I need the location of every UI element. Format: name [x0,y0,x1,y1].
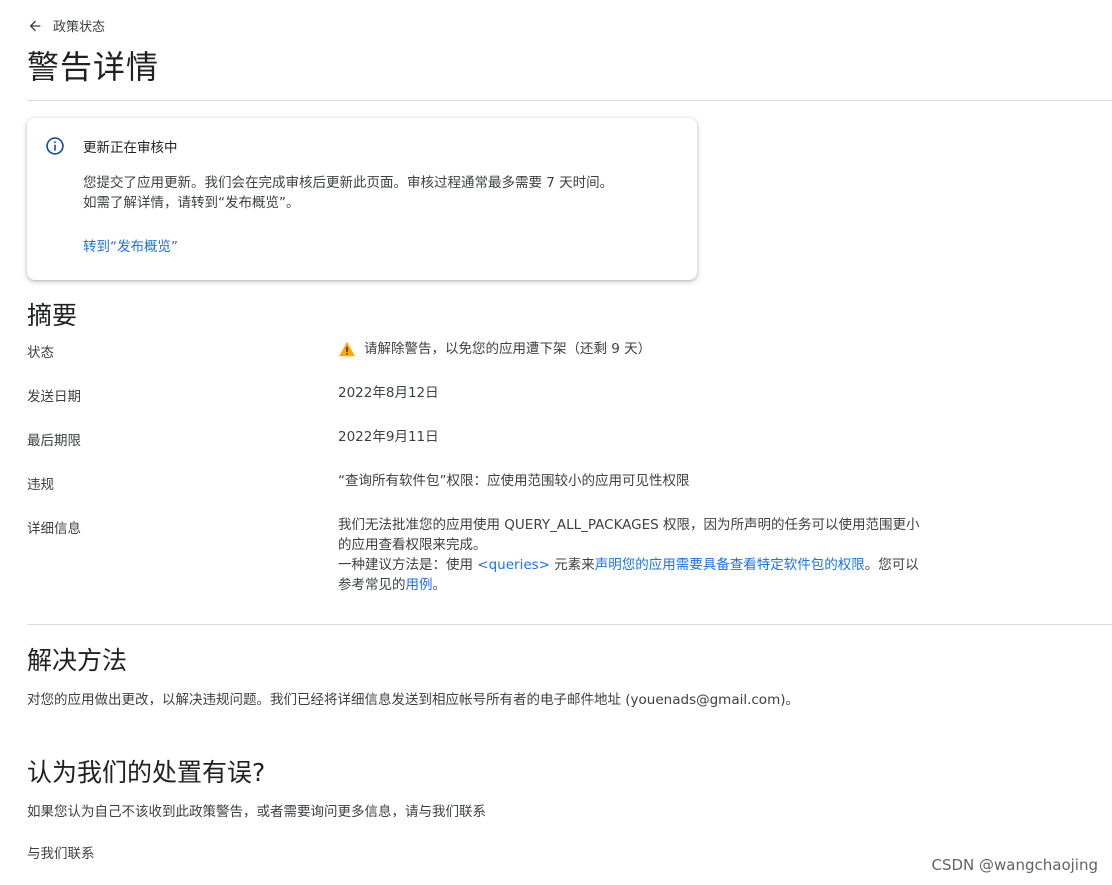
detail-paragraph: 一种建议方法是：使用 <queries> 元素来声明您的应用需要具备查看特定软件… [338,555,923,595]
detail-text: 。 [432,577,447,593]
violation-label: 违规 [27,477,54,493]
section-divider [27,624,1112,625]
arrow-left-icon [29,20,41,31]
notice-body-line: 您提交了应用更新。我们会在完成审核后更新此页面。审核过程通常最多需要 7 天时间… [83,175,614,191]
notice-body: 您提交了应用更新。我们会在完成审核后更新此页面。审核过程通常最多需要 7 天时间… [83,173,613,213]
resolution-text: 对您的应用做出更改，以解决违规问题。我们已经将详细信息发送到相应帐号所有者的电子… [27,692,799,708]
notice-body-line: 如需了解详情，请转到“发布概览”。 [83,195,300,211]
violation-value: “查询所有软件包”权限：应使用范围较小的应用可见性权限 [338,473,690,489]
detail-value: 我们无法批准您的应用使用 QUERY_ALL_PACKAGES 权限，因为所声明… [338,515,923,595]
back-to-policy-status-link[interactable]: 政策状态 [27,16,105,35]
detail-text: 一种建议方法是：使用 [338,557,478,573]
resolution-heading: 解决方法 [27,646,128,675]
watermark: CSDN @wangchaojing [931,856,1098,874]
deadline-value: 2022年9月11日 [338,429,439,445]
warning-icon [339,341,355,357]
sent-date-value: 2022年8月12日 [338,385,439,401]
back-link-label: 政策状态 [53,20,106,35]
go-to-release-overview-link[interactable]: 转到“发布概览” [83,235,178,255]
notice-title: 更新正在审核中 [83,140,178,156]
page-title: 警告详情 [27,48,160,86]
deadline-label: 最后期限 [27,433,81,449]
detail-text: 元素来 [550,557,595,573]
detail-label: 详细信息 [27,521,81,537]
status-text: 请解除警告，以免您的应用遭下架（还剩 9 天） [364,341,652,357]
declare-package-visibility-link[interactable]: 声明您的应用需要具备查看特定软件包的权限 [595,557,865,573]
status-label: 状态 [27,345,54,361]
summary-heading: 摘要 [27,301,78,330]
status-value: 请解除警告，以免您的应用遭下架（还剩 9 天） [338,339,651,359]
sent-date-label: 发送日期 [27,389,81,405]
appeal-text: 如果您认为自己不该收到此政策警告，或者需要询问更多信息，请与我们联系 [27,804,486,820]
appeal-heading: 认为我们的处置有误? [27,758,266,787]
info-icon [46,137,64,155]
queries-element-link[interactable]: <queries> [477,557,550,573]
review-notice-card: 更新正在审核中 您提交了应用更新。我们会在完成审核后更新此页面。审核过程通常最多… [27,118,697,280]
detail-paragraph: 我们无法批准您的应用使用 QUERY_ALL_PACKAGES 权限，因为所声明… [338,517,920,553]
use-cases-link[interactable]: 用例 [406,577,433,593]
contact-us-link[interactable]: 与我们联系 [27,842,95,862]
header-divider [27,100,1112,101]
